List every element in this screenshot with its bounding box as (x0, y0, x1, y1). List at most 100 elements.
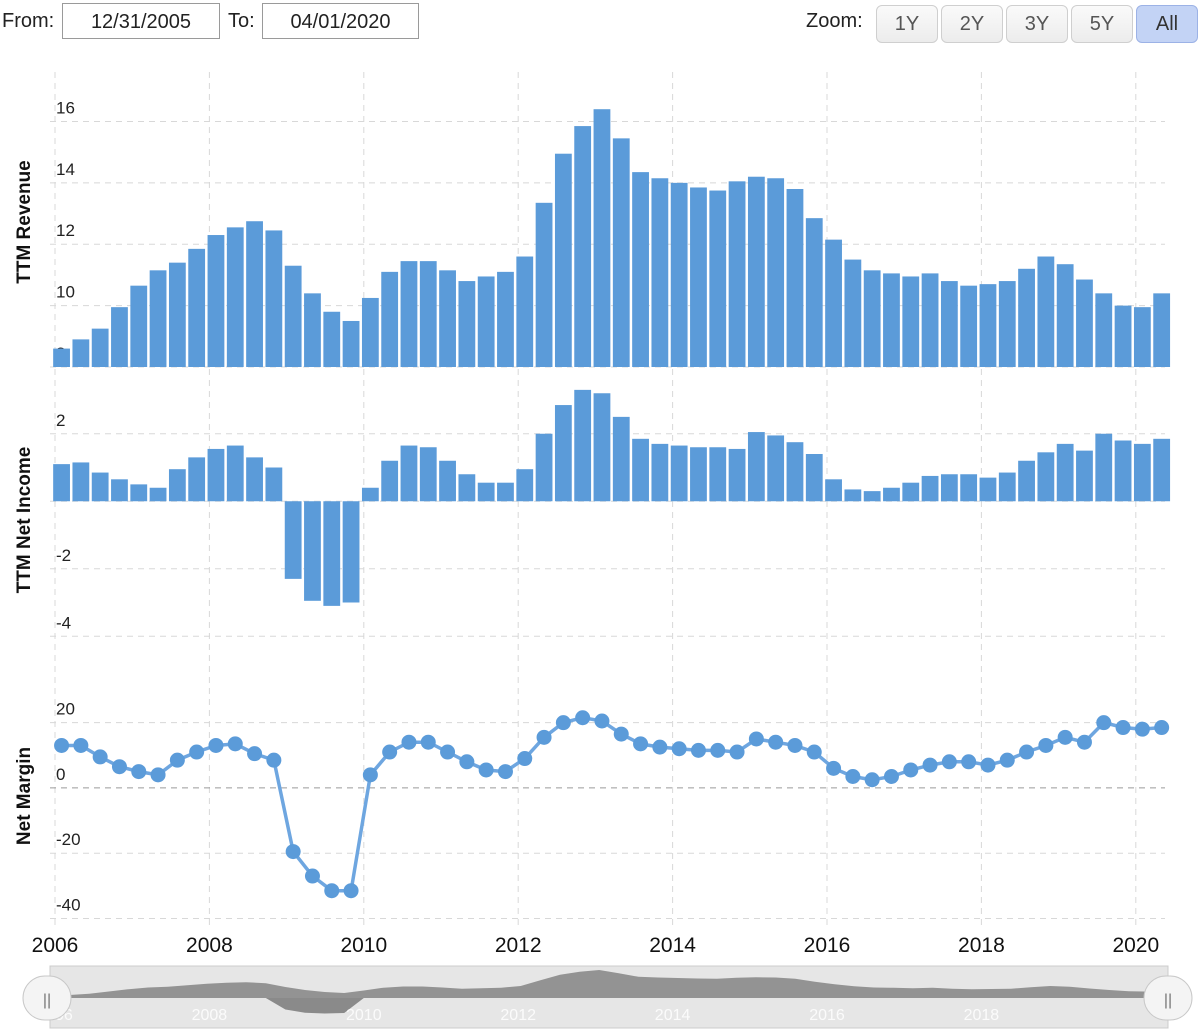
bar (747, 432, 765, 502)
bar (1114, 305, 1132, 367)
data-point (768, 734, 784, 750)
y-axis-title: TTM Revenue (14, 160, 35, 284)
bar (304, 293, 321, 367)
bar (902, 276, 920, 367)
bar (1018, 268, 1035, 367)
bar (497, 482, 514, 502)
net-income-panel: -4-202TTM Net Income (14, 389, 1171, 637)
y-axis-title: TTM Net Income (14, 447, 35, 594)
x-tick-label: 2008 (186, 934, 233, 957)
bar (419, 261, 437, 367)
data-point (401, 734, 417, 750)
data-point (227, 736, 243, 752)
data-point (1057, 729, 1073, 745)
bar (786, 442, 804, 502)
x-axis: 2006 2008 2010 2012 2014 2016 2018 2020 (32, 934, 1160, 957)
data-point (459, 754, 475, 770)
data-point (362, 767, 378, 783)
bar (458, 281, 476, 367)
y-tick-label: -2 (56, 546, 71, 565)
bar (265, 230, 283, 367)
data-point (304, 868, 320, 884)
bar (439, 270, 456, 367)
bar (940, 281, 958, 367)
bar (574, 389, 592, 502)
data-point (941, 754, 957, 770)
bar (1056, 443, 1074, 502)
bar (207, 235, 225, 367)
bar (670, 182, 688, 367)
bar (207, 448, 225, 502)
bar (1095, 293, 1113, 367)
data-point (111, 759, 127, 775)
x-tick-label: 2010 (340, 934, 387, 957)
bar (304, 501, 321, 601)
bar (535, 202, 553, 367)
bar (632, 438, 649, 502)
bar (1133, 307, 1151, 367)
bar (902, 482, 920, 502)
bar (149, 270, 167, 367)
x-tick-label: 2020 (1112, 934, 1159, 957)
bar (863, 491, 881, 502)
bar (805, 218, 823, 367)
bar (709, 447, 727, 502)
net-margin-panel: -40 -20 0 20 Net Margin (14, 700, 1170, 919)
bar (497, 271, 514, 367)
bar (1153, 293, 1171, 367)
data-point (555, 715, 571, 731)
bar (130, 484, 148, 502)
navigator-tick-label: 2016 (809, 1007, 845, 1024)
bar (632, 172, 649, 367)
bar (535, 433, 553, 502)
bar (91, 328, 109, 367)
revenue-panel: 810121416TTM Revenue (14, 98, 1171, 368)
navigator[interactable]: 2006200820102012201420162018|||| (22, 965, 1193, 1029)
data-point (633, 736, 649, 752)
data-point (208, 737, 224, 753)
bar (767, 435, 785, 502)
bar (651, 178, 669, 367)
bar (1133, 443, 1151, 502)
data-point (575, 710, 591, 726)
bar (168, 469, 186, 502)
data-point (324, 883, 340, 899)
bar (979, 284, 997, 367)
data-point (382, 744, 398, 760)
bar (361, 297, 379, 367)
data-point (883, 768, 899, 784)
data-point (1076, 734, 1092, 750)
data-point (1038, 737, 1054, 753)
bar (844, 489, 862, 502)
bar (960, 285, 978, 367)
bar (72, 462, 90, 502)
bar (554, 405, 572, 502)
data-point (671, 741, 687, 757)
data-point (729, 744, 745, 760)
bar (53, 348, 70, 367)
bar (149, 487, 167, 502)
bar (111, 307, 128, 367)
bar (690, 447, 707, 502)
data-point (1096, 715, 1112, 731)
bar (1076, 279, 1093, 367)
data-point (845, 768, 861, 784)
bar (960, 474, 978, 502)
bar (284, 501, 302, 579)
bar (786, 189, 804, 367)
data-point (806, 744, 822, 760)
bar (419, 447, 437, 502)
data-point (903, 762, 919, 778)
x-tick-label: 2016 (804, 934, 851, 957)
bar (400, 445, 418, 502)
y-tick-label: 10 (56, 283, 75, 302)
bar (574, 126, 592, 367)
bar (1037, 452, 1055, 502)
data-point (517, 751, 533, 767)
bar (1153, 438, 1171, 502)
data-point (922, 757, 938, 773)
bar (246, 221, 263, 367)
bar (91, 472, 109, 502)
bar (516, 469, 534, 502)
bar (690, 187, 707, 367)
